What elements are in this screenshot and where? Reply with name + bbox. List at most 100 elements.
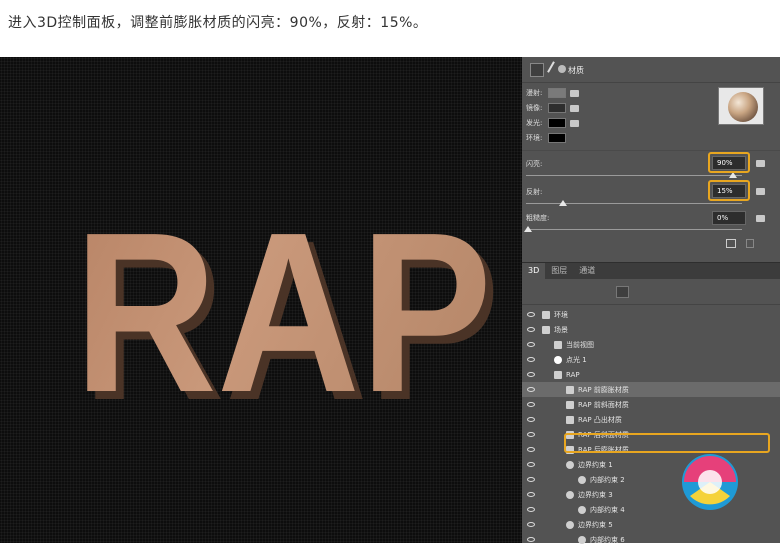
visibility-eye-icon[interactable] [527, 387, 535, 392]
material-filter-icon[interactable] [652, 286, 665, 298]
ambient-label: 环境: [526, 134, 543, 142]
ambient-swatch[interactable] [548, 133, 566, 143]
constraint-icon [566, 490, 574, 499]
tab-layers[interactable]: 图层 [545, 263, 573, 279]
layer-row[interactable]: RAP [522, 367, 780, 382]
layer-row[interactable]: RAP 前膨胀材质 [522, 382, 780, 397]
folder-icon[interactable] [570, 89, 579, 97]
brush-icon[interactable] [547, 61, 555, 73]
visibility-eye-icon[interactable] [527, 537, 535, 542]
ambient-row[interactable]: 环境: [526, 132, 566, 144]
visibility-eye-icon[interactable] [527, 327, 535, 332]
caption-text: 进入3D控制面板，调整前膨胀材质的闪亮：90%，反射：15%。 [8, 15, 428, 31]
right-panel: 材质 漫射: 镜像: 发光: 环境: 闪亮: 90% 反射: 15% 粗糙度: … [522, 57, 780, 544]
layer-label: RAP 前膨胀材质 [578, 385, 629, 394]
layer-row[interactable]: RAP 凸出材质 [522, 412, 780, 427]
trash-icon[interactable] [746, 239, 754, 248]
layer-row[interactable]: 内部约束 6 [522, 532, 780, 547]
sphere-ball [728, 92, 758, 122]
roughness-slider-thumb[interactable] [524, 226, 532, 232]
constraint-icon [566, 520, 574, 529]
scene-icon [542, 325, 550, 334]
tab-3d[interactable]: 3D [522, 263, 546, 279]
properties-title: 材质 [568, 66, 584, 75]
layer-label: 内部约束 6 [590, 535, 625, 544]
material-icon [566, 385, 574, 394]
3d-layers-panel: 3D 图层 通道 环境场景当前视图点光 1 RAP RAP 前膨胀材质 RAP 前斜面… [522, 262, 780, 544]
visibility-eye-icon[interactable] [527, 432, 535, 437]
folder-icon[interactable] [570, 119, 579, 127]
layer-row[interactable]: 当前视图 [522, 337, 780, 352]
reflection-slider-thumb[interactable] [559, 200, 567, 206]
layer-row[interactable]: 内部约束 2 [522, 472, 780, 487]
layer-row[interactable]: 环境 [522, 307, 780, 322]
folder-icon[interactable] [756, 215, 765, 222]
layer-row[interactable]: 边界约束 5 [522, 517, 780, 532]
layer-label: 边界约束 1 [578, 460, 613, 469]
layer-label: 点光 1 [566, 355, 587, 364]
filter-icon[interactable] [530, 63, 544, 77]
layer-label: 环境 [554, 310, 568, 319]
layer-row[interactable]: RAP 前斜面材质 [522, 397, 780, 412]
visibility-eye-icon[interactable] [527, 357, 535, 362]
diffuse-swatch[interactable] [548, 88, 566, 98]
folder-icon[interactable] [756, 188, 765, 195]
material-icon [566, 400, 574, 409]
material-icon [566, 415, 574, 424]
layer-label: RAP 凸出材质 [578, 415, 622, 424]
visibility-eye-icon[interactable] [527, 342, 535, 347]
layer-row[interactable]: 边界约束 1 [522, 457, 780, 472]
layer-label: 内部约束 2 [590, 475, 625, 484]
layer-row[interactable]: 内部约束 4 [522, 502, 780, 517]
roughness-slider[interactable] [526, 229, 742, 230]
folder-icon[interactable] [570, 104, 579, 112]
rap-3d-text: RAP RAP [74, 186, 500, 448]
layer-row[interactable]: 边界约束 3 [522, 487, 780, 502]
illumination-label: 发光: [526, 119, 543, 127]
light-filter-icon[interactable] [670, 286, 683, 298]
visibility-eye-icon[interactable] [527, 402, 535, 407]
scene-filter-icon[interactable] [616, 286, 629, 298]
diffuse-row[interactable]: 漫射: [526, 87, 579, 99]
layer-label: RAP 前斜面材质 [578, 400, 629, 409]
document-canvas[interactable]: RAP RAP [0, 57, 522, 543]
layer-label: 内部约束 4 [590, 505, 625, 514]
layer-row[interactable]: 场景 [522, 322, 780, 337]
constraint-icon [578, 475, 586, 484]
illumination-row[interactable]: 发光: [526, 117, 579, 129]
visibility-eye-icon[interactable] [527, 462, 535, 467]
folder-icon[interactable] [756, 160, 765, 167]
material-preview-sphere[interactable] [718, 87, 764, 125]
layer-label: RAP [566, 370, 580, 379]
visibility-eye-icon[interactable] [527, 372, 535, 377]
visibility-eye-icon[interactable] [527, 477, 535, 482]
rap-front-face: RAP [74, 186, 492, 440]
layer-label: 场景 [554, 325, 568, 334]
photoshop-screenshot: RAP RAP 材质 漫射: 镜像: 发光: 环境: 闪亮: 90% 反射: 1… [0, 57, 780, 544]
roughness-label: 粗糙度: [526, 214, 550, 222]
layer-row[interactable]: 点光 1 [522, 352, 780, 367]
specular-row[interactable]: 镜像: [526, 102, 579, 114]
specular-swatch[interactable] [548, 103, 566, 113]
visibility-eye-icon[interactable] [527, 522, 535, 527]
visibility-eye-icon[interactable] [527, 417, 535, 422]
reflection-label: 反射: [526, 188, 543, 196]
layer-label: 边界约束 3 [578, 490, 613, 499]
diffuse-label: 漫射: [526, 89, 543, 97]
constraint-icon [566, 460, 574, 469]
selected-layer-highlight [564, 433, 770, 453]
roughness-value[interactable]: 0% [712, 211, 746, 225]
illumination-swatch[interactable] [548, 118, 566, 128]
shine-slider[interactable] [526, 175, 742, 176]
material-icon [558, 65, 566, 73]
mesh-filter-icon[interactable] [634, 286, 647, 298]
visibility-eye-icon[interactable] [527, 312, 535, 317]
visibility-eye-icon[interactable] [527, 492, 535, 497]
visibility-eye-icon[interactable] [527, 507, 535, 512]
visibility-eye-icon[interactable] [527, 447, 535, 452]
render-icon[interactable] [726, 239, 736, 248]
mesh-icon [554, 370, 562, 379]
tab-channels[interactable]: 通道 [573, 263, 601, 279]
filter-bar [522, 281, 780, 305]
bulb-icon [554, 355, 562, 364]
